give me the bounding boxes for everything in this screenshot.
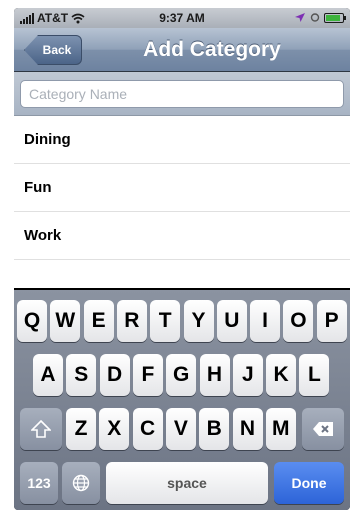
key-z[interactable]: Z <box>66 408 96 450</box>
input-bar <box>14 72 350 116</box>
shift-key[interactable] <box>20 408 62 450</box>
key-k[interactable]: K <box>266 354 297 396</box>
key-r[interactable]: R <box>116 300 147 342</box>
keyboard-row-2: ASDFGHJKL <box>14 354 350 396</box>
key-b[interactable]: B <box>199 408 230 450</box>
battery-fill <box>326 14 341 21</box>
list-item-fun[interactable]: Fun <box>14 164 350 212</box>
keyboard-row-4: 123 space Done <box>14 462 350 504</box>
globe-key[interactable] <box>62 462 100 504</box>
globe-icon <box>72 474 90 492</box>
key-u[interactable]: U <box>216 300 247 342</box>
key-y[interactable]: Y <box>183 300 214 342</box>
navigation-bar: Back Add Category <box>14 28 350 72</box>
key-o[interactable]: O <box>283 300 314 342</box>
phone-bezel: AT&T 9:37 AM Back Add Category Category … <box>0 0 362 518</box>
category-name-field[interactable] <box>20 80 344 108</box>
page-title: Add Category <box>143 38 281 61</box>
key-w[interactable]: W <box>50 300 81 342</box>
category-list: Dining Fun Work <box>14 116 350 288</box>
key-t[interactable]: T <box>150 300 181 342</box>
lock-icon <box>310 13 320 22</box>
phone-screen: AT&T 9:37 AM Back Add Category Category … <box>14 8 350 510</box>
key-h[interactable]: H <box>199 354 230 396</box>
key-l[interactable]: L <box>299 354 330 396</box>
key-i[interactable]: I <box>250 300 281 342</box>
space-key[interactable]: space <box>106 462 268 504</box>
status-bar: AT&T 9:37 AM <box>14 8 350 28</box>
key-a[interactable]: A <box>33 354 63 396</box>
list-item-dining[interactable]: Dining <box>14 116 350 164</box>
key-c[interactable]: C <box>132 408 163 450</box>
back-button[interactable]: Back <box>24 35 82 65</box>
shift-arrow-icon <box>31 420 51 438</box>
key-v[interactable]: V <box>165 408 196 450</box>
key-p[interactable]: P <box>316 300 347 342</box>
key-f[interactable]: F <box>132 354 163 396</box>
key-g[interactable]: G <box>166 354 197 396</box>
done-key[interactable]: Done <box>274 462 344 504</box>
backspace-icon <box>313 422 333 436</box>
numbers-key[interactable]: 123 <box>20 462 58 504</box>
key-j[interactable]: J <box>232 354 263 396</box>
key-s[interactable]: S <box>66 354 97 396</box>
delete-key[interactable] <box>302 408 344 450</box>
keyboard-row-3: ZXCVBNM <box>14 408 350 450</box>
key-m[interactable]: M <box>265 408 296 450</box>
key-n[interactable]: N <box>232 408 263 450</box>
key-q[interactable]: Q <box>17 300 47 342</box>
keyboard-row-1: QWERTYUIOP <box>14 300 350 342</box>
location-icon <box>295 13 305 22</box>
onscreen-keyboard: QWERTYUIOP ASDFGHJKL ZXCVBNM 123 space D… <box>14 290 350 510</box>
key-e[interactable]: E <box>83 300 114 342</box>
status-right-group <box>294 12 346 23</box>
key-x[interactable]: X <box>99 408 130 450</box>
key-d[interactable]: D <box>99 354 130 396</box>
list-item-work[interactable]: Work <box>14 212 350 260</box>
battery-icon <box>324 12 346 23</box>
